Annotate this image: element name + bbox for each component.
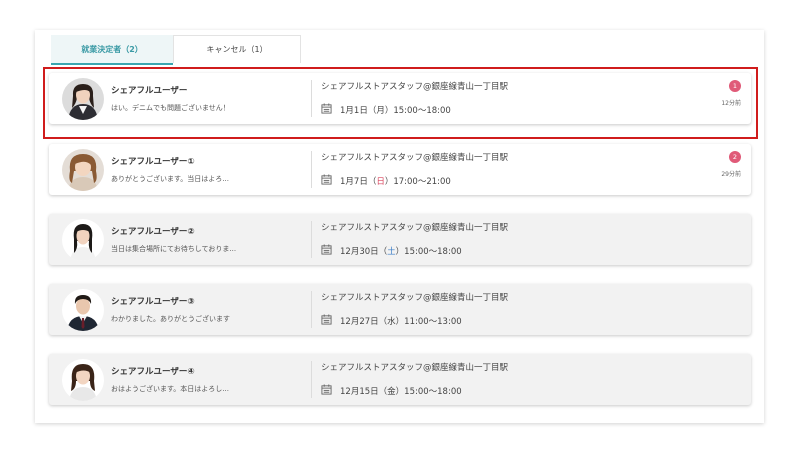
job-title: シェアフルストアスタッフ@銀座線青山一丁目駅 — [321, 153, 509, 163]
avatar-woman-icon — [62, 219, 104, 261]
message-card[interactable]: シェアフルユーザー① ありがとうございます。当日はよろ... シェアフルストアス… — [49, 144, 751, 195]
shift-date: 1月7日（日）17:00〜21:00 — [340, 177, 451, 187]
message-card[interactable]: シェアフルユーザー③ わかりました。ありがとうございます シェアフルストアスタッ… — [49, 284, 751, 335]
sender-name: シェアフルユーザー① — [111, 157, 195, 167]
divider — [311, 151, 312, 188]
weekday: 土 — [387, 247, 396, 257]
calendar-icon — [321, 244, 332, 255]
avatar — [62, 359, 104, 401]
sender-name: シェアフルユーザー④ — [111, 367, 195, 377]
sender-name: シェアフルユーザー — [111, 86, 188, 96]
shift-date: 12月27日（水）11:00〜13:00 — [340, 317, 462, 327]
message-card[interactable]: シェアフルユーザー はい。デニムでも問題ございません！ シェアフルストアスタッフ… — [49, 73, 751, 124]
message-card[interactable]: シェアフルユーザー② 当日は集合場所にてお待ちしておりま... シェアフルストア… — [49, 214, 751, 265]
message-card[interactable]: シェアフルユーザー④ おはようございます。本日はよろし... シェアフルストアス… — [49, 354, 751, 405]
message-preview: 当日は集合場所にてお待ちしておりま... — [111, 245, 237, 253]
message-time: 29分前 — [721, 171, 741, 178]
calendar-icon — [321, 314, 332, 325]
avatar-woman-icon — [62, 359, 104, 401]
tab-bar: 就業決定者（2） キャンセル（1） — [51, 35, 301, 65]
message-preview: おはようございます。本日はよろし... — [111, 385, 229, 393]
message-preview: はい。デニムでも問題ございません！ — [111, 104, 230, 112]
job-title: シェアフルストアスタッフ@銀座線青山一丁目駅 — [321, 223, 509, 233]
avatar — [62, 219, 104, 261]
weekday: 月 — [376, 106, 385, 116]
divider — [311, 291, 312, 328]
calendar-icon — [321, 103, 332, 114]
weekday: 水 — [387, 317, 396, 327]
calendar-icon — [321, 384, 332, 395]
avatar-woman-icon — [62, 149, 104, 191]
weekday: 金 — [387, 387, 396, 397]
shift-date: 1月1日（月）15:00〜18:00 — [340, 106, 451, 116]
shift-date: 12月30日（土）15:00〜18:00 — [340, 247, 462, 257]
message-preview: ありがとうございます。当日はよろ... — [111, 175, 229, 183]
avatar-man-icon — [62, 289, 104, 331]
weekday: 日 — [376, 177, 385, 187]
job-title: シェアフルストアスタッフ@銀座線青山一丁目駅 — [321, 363, 509, 373]
sender-name: シェアフルユーザー② — [111, 227, 195, 237]
unread-badge: 2 — [729, 151, 741, 163]
message-preview: わかりました。ありがとうございます — [111, 315, 230, 323]
tab-hired[interactable]: 就業決定者（2） — [51, 35, 173, 65]
unread-badge: 1 — [729, 80, 741, 92]
job-title: シェアフルストアスタッフ@銀座線青山一丁目駅 — [321, 82, 509, 92]
job-title: シェアフルストアスタッフ@銀座線青山一丁目駅 — [321, 293, 509, 303]
avatar — [62, 149, 104, 191]
avatar — [62, 78, 104, 120]
sender-name: シェアフルユーザー③ — [111, 297, 195, 307]
divider — [311, 361, 312, 398]
divider — [311, 80, 312, 117]
tab-cancelled[interactable]: キャンセル（1） — [173, 35, 301, 63]
message-time: 12分前 — [721, 100, 741, 107]
avatar — [62, 289, 104, 331]
shift-date: 12月15日（金）15:00〜18:00 — [340, 387, 462, 397]
message-panel: 就業決定者（2） キャンセル（1） シェアフルユーザー はい。デニムでも問題ござ… — [35, 30, 764, 423]
calendar-icon — [321, 174, 332, 185]
divider — [311, 221, 312, 258]
avatar-woman-icon — [62, 78, 104, 120]
